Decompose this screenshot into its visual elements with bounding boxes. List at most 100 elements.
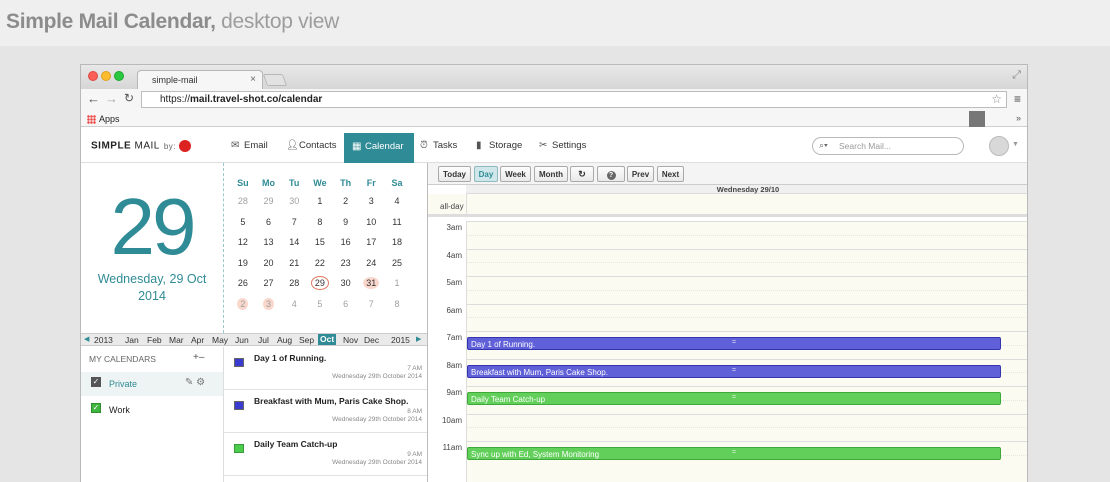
list-item[interactable]: Breakfast with Mum, Paris Cake Shop. 8 A…: [224, 390, 427, 433]
day-cell[interactable]: 3: [358, 191, 384, 212]
day-view-button[interactable]: Day: [474, 166, 498, 182]
month-jun[interactable]: Jun: [235, 335, 249, 345]
calendar-add-remove[interactable]: +–: [193, 352, 204, 363]
forward-icon[interactable]: →: [105, 91, 118, 106]
month-feb[interactable]: Feb: [147, 335, 162, 345]
day-cell[interactable]: 15: [307, 232, 333, 253]
day-cell[interactable]: 2: [333, 191, 359, 212]
day-cell[interactable]: 11: [384, 212, 410, 233]
nav-contacts[interactable]: 👤︎Contacts: [286, 133, 337, 157]
day-cell[interactable]: 18: [384, 232, 410, 253]
url-field[interactable]: https://mail.travel-shot.co/calendar ☆: [141, 91, 1007, 108]
search-input[interactable]: ⌕▾ Search Mail...: [812, 137, 964, 155]
nav-storage[interactable]: ▮ Storage: [476, 133, 522, 157]
checkbox-icon[interactable]: ✓: [91, 403, 101, 413]
browser-menu-icon[interactable]: ≡: [1014, 92, 1021, 106]
day-cell[interactable]: 27: [256, 273, 282, 294]
extension-icon[interactable]: [969, 111, 985, 127]
bookmark-star-icon[interactable]: ☆: [991, 92, 1002, 106]
day-cell[interactable]: 14: [281, 232, 307, 253]
calendar-event[interactable]: Sync up with Ed, System Monitoring =: [467, 447, 1001, 460]
day-cell[interactable]: 28: [230, 191, 256, 212]
day-cell[interactable]: 6: [256, 212, 282, 233]
maximize-window-icon[interactable]: [114, 71, 124, 81]
calendar-item-private[interactable]: ✓ Private ✎ ⚙: [81, 372, 223, 396]
day-cell[interactable]: 17: [358, 232, 384, 253]
chevron-down-icon[interactable]: ▼: [1012, 141, 1019, 148]
new-tab-button[interactable]: [262, 74, 288, 86]
calendar-item-work[interactable]: ✓ Work: [81, 398, 223, 422]
prev-button[interactable]: Prev: [627, 166, 654, 182]
minimize-window-icon[interactable]: [101, 71, 111, 81]
refresh-icon[interactable]: ↻: [570, 166, 594, 182]
day-cell[interactable]: 19: [230, 253, 256, 274]
nav-calendar[interactable]: ▦ Calendar: [344, 133, 414, 163]
close-window-icon[interactable]: [88, 71, 98, 81]
day-cell[interactable]: 13: [256, 232, 282, 253]
day-cell[interactable]: 23: [333, 253, 359, 274]
nav-settings[interactable]: ✂ Settings: [539, 133, 586, 157]
prev-year-icon[interactable]: ◀: [84, 335, 89, 343]
close-tab-icon[interactable]: ×: [250, 74, 256, 85]
day-cell[interactable]: 26: [230, 273, 256, 294]
resize-handle-icon[interactable]: =: [732, 449, 736, 456]
next-year[interactable]: 2015: [391, 335, 410, 345]
day-cell[interactable]: 2: [230, 294, 256, 315]
calendar-event[interactable]: Day 1 of Running. =: [467, 337, 1001, 350]
day-cell[interactable]: 4: [281, 294, 307, 315]
day-cell[interactable]: 1: [384, 273, 410, 294]
day-cell[interactable]: 28: [281, 273, 307, 294]
browser-tab[interactable]: simple-mail ×: [137, 70, 263, 89]
month-mar[interactable]: Mar: [169, 335, 184, 345]
remove-calendar-icon[interactable]: –: [199, 352, 205, 363]
day-cell[interactable]: 9: [333, 212, 359, 233]
day-cell[interactable]: 24: [358, 253, 384, 274]
list-item[interactable]: Daily Team Catch-up 9 AM Wednesday 29th O…: [224, 433, 427, 476]
day-cell[interactable]: 3: [256, 294, 282, 315]
time-grid[interactable]: Day 1 of Running. = Breakfast with Mum, Pa…: [466, 221, 1027, 482]
day-cell[interactable]: 4: [384, 191, 410, 212]
day-cell[interactable]: 16: [333, 232, 359, 253]
month-may[interactable]: May: [212, 335, 228, 345]
month-dec[interactable]: Dec: [364, 335, 379, 345]
day-cell[interactable]: 30: [281, 191, 307, 212]
checkbox-icon[interactable]: ✓: [91, 377, 101, 387]
month-apr[interactable]: Apr: [191, 335, 204, 345]
day-cell[interactable]: 30: [333, 273, 359, 294]
day-cell[interactable]: 1: [307, 191, 333, 212]
bookmark-apps[interactable]: Apps: [99, 114, 120, 124]
pencil-icon[interactable]: ✎: [185, 377, 193, 388]
prev-year[interactable]: 2013: [94, 335, 113, 345]
day-cell[interactable]: 8: [384, 294, 410, 315]
reload-icon[interactable]: ↻: [124, 91, 134, 105]
week-view-button[interactable]: Week: [500, 166, 531, 182]
month-aug[interactable]: Aug: [277, 335, 292, 345]
month-jul[interactable]: Jul: [258, 335, 269, 345]
day-cell[interactable]: 22: [307, 253, 333, 274]
resize-handle-icon[interactable]: =: [732, 339, 736, 346]
next-button[interactable]: Next: [657, 166, 684, 182]
day-cell[interactable]: 7: [281, 212, 307, 233]
day-cell[interactable]: 8: [307, 212, 333, 233]
avatar[interactable]: [989, 136, 1009, 156]
gear-icon[interactable]: ⚙: [196, 377, 205, 388]
month-nov[interactable]: Nov: [343, 335, 358, 345]
day-cell[interactable]: 7: [358, 294, 384, 315]
day-cell[interactable]: 5: [307, 294, 333, 315]
calendar-event[interactable]: Daily Team Catch-up =: [467, 392, 1001, 405]
all-day-row[interactable]: all-day: [428, 194, 1027, 217]
fullscreen-icon[interactable]: ⤢: [1012, 69, 1021, 82]
day-cell[interactable]: 25: [384, 253, 410, 274]
help-icon[interactable]: ?: [597, 166, 625, 182]
calendar-event[interactable]: Breakfast with Mum, Paris Cake Shop. =: [467, 364, 1001, 378]
resize-handle-icon[interactable]: =: [732, 394, 736, 401]
day-cell[interactable]: 31: [358, 273, 384, 294]
day-cell[interactable]: 29: [307, 273, 333, 294]
back-icon[interactable]: ←: [87, 91, 100, 106]
month-view-button[interactable]: Month: [534, 166, 568, 182]
today-button[interactable]: Today: [438, 166, 471, 182]
next-year-icon[interactable]: ▶: [416, 335, 421, 343]
day-cell[interactable]: 20: [256, 253, 282, 274]
day-cell[interactable]: 21: [281, 253, 307, 274]
nav-tasks[interactable]: ⏰︎ Tasks: [420, 133, 457, 157]
